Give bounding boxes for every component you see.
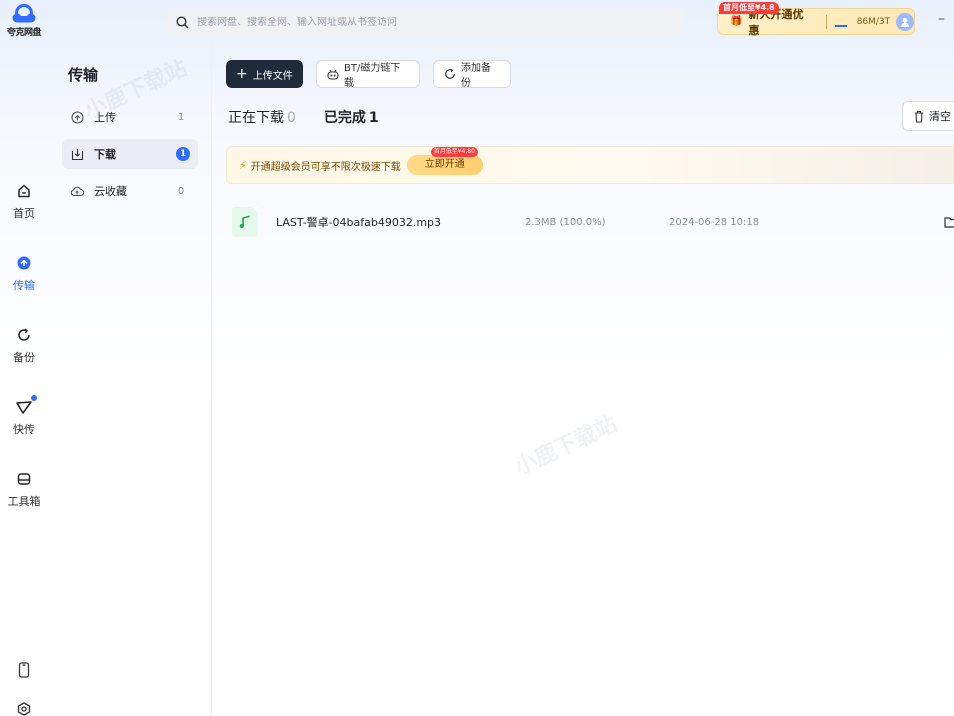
upload-file-button[interactable]: + 上传文件 (226, 60, 303, 88)
upload-file-label: 上传文件 (252, 70, 293, 82)
avatar[interactable] (896, 12, 914, 31)
download-count-badge: 1 (176, 147, 190, 161)
open-folder-button[interactable] (944, 216, 954, 228)
sidebar-item-upload[interactable]: 上传 1 (62, 102, 198, 132)
cloud-logo-icon (12, 4, 36, 23)
rail-label-transfer: 传输 (13, 279, 35, 292)
banner-text: 开通超级会员可享不限次极速下载 (250, 161, 401, 173)
trash-icon (915, 110, 923, 123)
toolbox-icon (17, 473, 31, 485)
vip-banner: ⚡ 开通超级会员可享不限次极速下载 首月低至¥4.80 立即开通 (226, 146, 954, 184)
transfer-sidebar: 传输 上传 1 下载 1 云收藏 0 (48, 0, 212, 716)
divider (825, 14, 827, 29)
rail-label-toolbox: 工具箱 (7, 495, 41, 508)
sidebar-title: 传输 (68, 66, 99, 84)
upload-icon (70, 110, 84, 124)
search-input[interactable] (197, 16, 667, 28)
logo-label: 夸克网盘 (6, 28, 42, 38)
add-backup-button[interactable]: 添加备份 (433, 60, 511, 89)
download-tabs: 正在下载 0 已完成 1 (228, 107, 407, 127)
settings-button[interactable] (0, 702, 48, 716)
transfer-icon (17, 256, 31, 270)
rail-item-home[interactable]: 首页 (0, 181, 48, 221)
tab-downloading-count: 0 (287, 110, 296, 126)
bt-download-label: BT/磁力链下载 (344, 63, 401, 89)
sidebar-item-cloud-collect[interactable]: 云收藏 0 (62, 176, 198, 206)
magnet-icon (327, 69, 339, 80)
backup-icon (445, 68, 455, 79)
clear-label: 清空 (929, 110, 951, 123)
rail-label-backup: 备份 (13, 351, 35, 364)
file-name: LAST-警卓-04bafab49032.mp3 (276, 216, 442, 229)
minimize-button[interactable]: – (938, 11, 945, 27)
file-size: 2.3MB (100.0%) (525, 216, 606, 228)
table-row[interactable]: LAST-警卓-04bafab49032.mp3 2.3MB (100.0%) … (226, 200, 954, 244)
rail-item-send[interactable]: 快传 (0, 395, 48, 437)
left-rail: 夸克网盘 首页 传输 备份 快传 工具箱 (0, 0, 48, 716)
add-backup-label: 添加备份 (461, 63, 491, 89)
rail-item-transfer[interactable]: 传输 (0, 253, 48, 293)
file-time: 2024-06-28 10:18 (669, 216, 760, 228)
search-icon (176, 15, 189, 29)
bt-download-button[interactable]: BT/磁力链下载 (316, 60, 420, 89)
download-icon (71, 148, 83, 160)
cloud-collect-count: 0 (177, 185, 185, 197)
sidebar-item-label: 云收藏 (94, 185, 127, 198)
search-bar[interactable] (166, 8, 684, 36)
promo-price-tag: 首月低至¥4.8 (719, 2, 779, 14)
tab-completed[interactable]: 已完成 1 (324, 107, 379, 127)
send-icon (16, 401, 32, 414)
home-icon (18, 184, 30, 198)
clear-button[interactable]: 清空 (902, 101, 954, 131)
rail-label-send: 快传 (13, 423, 35, 436)
new-dot (31, 395, 37, 401)
plus-icon: + (236, 66, 248, 82)
cloud-collect-icon (70, 186, 84, 196)
rail-item-backup[interactable]: 备份 (0, 325, 48, 365)
tab-completed-label: 已完成 (323, 110, 366, 126)
rail-label-home: 首页 (13, 207, 35, 220)
activate-now-button[interactable]: 首月低至¥4.80 立即开通 (406, 147, 483, 175)
rail-item-toolbox[interactable]: 工具箱 (0, 469, 48, 509)
tab-downloading-label: 正在下载 (228, 110, 284, 126)
activate-now-label: 立即开通 (424, 159, 465, 170)
folder-icon (944, 217, 954, 228)
lightning-icon: ⚡ (239, 158, 247, 172)
watermark: 小鹿下载站 (510, 411, 622, 481)
gift-icon: 🎁 (730, 16, 743, 27)
quota-bar (834, 24, 847, 27)
music-file-icon (232, 207, 258, 237)
tab-downloading[interactable]: 正在下载 0 (228, 107, 296, 127)
phone-icon (18, 662, 30, 678)
app-logo[interactable]: 夸克网盘 (4, 4, 44, 38)
backup-icon (18, 328, 30, 341)
tab-completed-count: 1 (368, 110, 379, 126)
sidebar-item-label: 下载 (94, 148, 116, 161)
sidebar-item-download[interactable]: 下载 1 (62, 139, 198, 169)
banner-price-tag: 首月低至¥4.80 (430, 147, 478, 157)
settings-icon (17, 702, 31, 716)
upload-count: 1 (177, 111, 185, 123)
storage-quota: 86M/3T (856, 16, 891, 27)
phone-button[interactable] (0, 662, 48, 678)
user-icon (900, 17, 910, 27)
sidebar-item-label: 上传 (94, 111, 116, 124)
